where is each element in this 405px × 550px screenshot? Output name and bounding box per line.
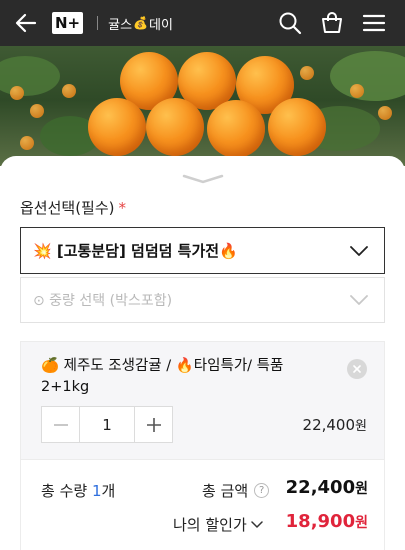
increase-button[interactable] xyxy=(135,407,172,442)
total-quantity: 총 수량 1개 xyxy=(41,480,115,501)
quantity-stepper: 1 xyxy=(41,406,173,443)
discount-price-unit: 원 xyxy=(355,515,368,531)
product-hero-image xyxy=(0,46,405,166)
header-divider xyxy=(97,16,99,30)
close-icon xyxy=(353,365,361,373)
brand-suffix: 데이 xyxy=(149,17,173,33)
total-quantity-label: 총 수량 xyxy=(41,482,88,500)
nplus-logo[interactable]: N+ xyxy=(52,12,84,34)
decrease-button[interactable] xyxy=(42,407,79,442)
weight-select-placeholder: ⊙ 중량 선택 (박스포함) xyxy=(33,293,173,309)
option-select-primary[interactable]: 💥 [고통분담] 덤덤덤 특가전🔥 xyxy=(20,227,385,274)
chevron-down-icon xyxy=(350,245,368,256)
selected-item-card: 🍊 제주도 조생감귤 / 🔥타임특가/ 특품 2+1kg 1 22,400원 xyxy=(20,341,385,459)
option-select-value: 💥 [고통분담] 덤덤덤 특가전🔥 xyxy=(33,242,238,260)
total-amount: 22,400원 xyxy=(286,477,368,498)
top-header: N+ 귤스 💰 데이 xyxy=(0,0,405,46)
total-amount-value: 22,400 xyxy=(285,477,356,498)
option-bottom-sheet: 옵션선택(필수) * 💥 [고통분담] 덤덤덤 특가전🔥 ⊙ 중량 선택 (박스포… xyxy=(0,156,405,550)
total-quantity-unit: 개 xyxy=(101,482,116,500)
plus-icon xyxy=(146,417,161,432)
required-mark: * xyxy=(118,199,127,217)
help-icon[interactable]: ? xyxy=(254,483,270,498)
money-bag-icon: 💰 xyxy=(133,16,148,30)
search-icon xyxy=(279,12,302,35)
chevron-down-icon xyxy=(251,520,263,528)
chevron-down-icon xyxy=(182,174,224,184)
option-title-text: 옵션선택(필수) xyxy=(20,199,115,217)
remove-item-button[interactable] xyxy=(347,359,367,379)
back-arrow-icon xyxy=(15,13,37,33)
discount-price-label: 나의 할인가 xyxy=(173,516,247,534)
discount-price-toggle[interactable]: 나의 할인가 xyxy=(173,514,263,535)
weight-select[interactable]: ⊙ 중량 선택 (박스포함) xyxy=(20,277,385,323)
total-quantity-value: 1 xyxy=(91,482,102,500)
store-brand[interactable]: 귤스 💰 데이 xyxy=(108,14,173,33)
search-button[interactable] xyxy=(275,8,305,38)
shopping-bag-icon xyxy=(322,12,342,33)
cart-button[interactable] xyxy=(317,8,347,38)
total-amount-unit: 원 xyxy=(355,481,368,497)
minus-icon xyxy=(53,423,68,426)
menu-button[interactable] xyxy=(359,8,389,38)
item-price-value: 22,400 xyxy=(302,416,356,434)
order-summary: 총 수량 1개 총 금액 ? 22,400원 나의 할인가 18,900원 xyxy=(20,459,385,550)
sheet-handle[interactable] xyxy=(182,170,224,189)
option-section-title: 옵션선택(필수) * xyxy=(20,197,126,218)
total-amount-label-wrap: 총 금액 ? xyxy=(202,480,270,501)
discount-price-value: 18,900 xyxy=(285,511,356,532)
item-price: 22,400원 xyxy=(303,415,367,434)
chevron-down-icon xyxy=(350,295,368,305)
back-button[interactable] xyxy=(6,0,46,46)
total-amount-label: 총 금액 xyxy=(202,482,249,500)
discount-price: 18,900원 xyxy=(286,511,368,532)
hamburger-menu-icon xyxy=(362,14,386,32)
selected-item-name: 🍊 제주도 조생감귤 / 🔥타임특가/ 특품 2+1kg xyxy=(41,358,284,395)
quantity-value[interactable]: 1 xyxy=(79,407,135,442)
item-price-unit: 원 xyxy=(355,419,367,434)
brand-name: 귤스 xyxy=(108,17,133,33)
